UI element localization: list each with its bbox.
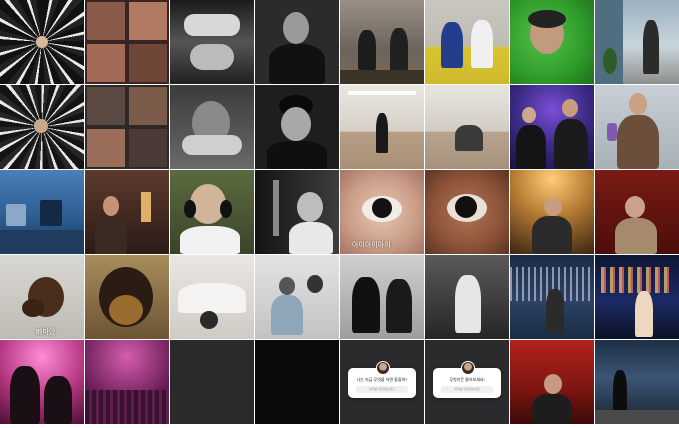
grid-post-purple-group[interactable]	[510, 85, 594, 169]
grid-post-boxing-gym[interactable]	[340, 0, 424, 84]
grid-post-red-stage-selfie[interactable]	[510, 340, 594, 424]
question-sticker-answer-field: 여러분 답변해보세요	[441, 386, 493, 393]
grid-post-hands-over-face[interactable]	[170, 85, 254, 169]
grid-post-red-room[interactable]	[595, 170, 679, 254]
grid-post-glass-building[interactable]	[595, 0, 679, 84]
grid-post-question-sticker-1[interactable]: 나는 지금 무엇을 하면 좋을까? 여러분 답변해보세요	[340, 340, 424, 424]
eye-caption: 아이아이아이	[352, 242, 391, 249]
grid-post-question-sticker-2[interactable]: 무엇이든 물어보세요! 여러분 답변해보세요	[425, 340, 509, 424]
grid-post-mirror-tunnel-2[interactable]	[0, 85, 84, 169]
question-sticker-text: 무엇이든 물어보세요!	[449, 377, 485, 382]
grid-post-mirror-bw-2[interactable]	[425, 255, 509, 339]
grid-post-vegas-night[interactable]	[595, 255, 679, 339]
grid-post-drinks-table[interactable]	[0, 170, 84, 254]
grid-post-concert-pink[interactable]	[0, 340, 84, 424]
profile-photo-grid: 아이아이아이 빠마앙 나는 지금 무엇을 하면 좋을까? 여러분 답변해보세요 …	[0, 0, 679, 428]
grid-post-vegas-fountains[interactable]	[510, 255, 594, 339]
grid-post-photobooth-strip-2[interactable]	[85, 85, 169, 169]
grid-post-portrait-bw-2[interactable]	[255, 85, 339, 169]
grid-post-blank-dark[interactable]	[170, 340, 254, 424]
grid-post-mirror-bw[interactable]	[340, 255, 424, 339]
grid-post-judo-mat[interactable]	[425, 0, 509, 84]
grid-post-headphones-selfie[interactable]	[170, 170, 254, 254]
grid-post-hands-face-bw[interactable]	[170, 0, 254, 84]
grid-post-dog-closeup[interactable]	[85, 255, 169, 339]
grid-post-portrait-bw[interactable]	[255, 0, 339, 84]
grid-post-lying-bed[interactable]	[170, 255, 254, 339]
grid-post-eye-closeup[interactable]: 아이아이아이	[340, 170, 424, 254]
grid-post-dance-studio[interactable]	[340, 85, 424, 169]
grid-post-photobooth-strip[interactable]	[85, 0, 169, 84]
question-sticker-avatar	[461, 361, 475, 375]
grid-post-bw-room-couple[interactable]	[255, 255, 339, 339]
dog-caption: 빠마앙	[36, 329, 56, 336]
grid-post-studio-mic-bw[interactable]	[255, 170, 339, 254]
question-sticker-answer-field: 여러분 답변해보세요	[356, 386, 408, 393]
grid-post-night-walk[interactable]	[595, 340, 679, 424]
grid-post-concert-crowd[interactable]	[85, 340, 169, 424]
grid-post-bar-night[interactable]	[85, 170, 169, 254]
grid-post-mirror-tunnel[interactable]	[0, 0, 84, 84]
grid-post-dog-dachshund[interactable]: 빠마앙	[0, 255, 84, 339]
grid-post-studio-sitting[interactable]	[425, 85, 509, 169]
grid-post-blank-black[interactable]	[255, 340, 339, 424]
grid-post-eye-closeup-2[interactable]	[425, 170, 509, 254]
question-sticker-text: 나는 지금 무엇을 하면 좋을까?	[356, 377, 408, 382]
question-sticker-avatar	[376, 361, 390, 375]
grid-post-casino-hall[interactable]	[510, 170, 594, 254]
grid-post-green-selfie[interactable]	[510, 0, 594, 84]
grid-post-mirror-selfie-suit[interactable]	[595, 85, 679, 169]
